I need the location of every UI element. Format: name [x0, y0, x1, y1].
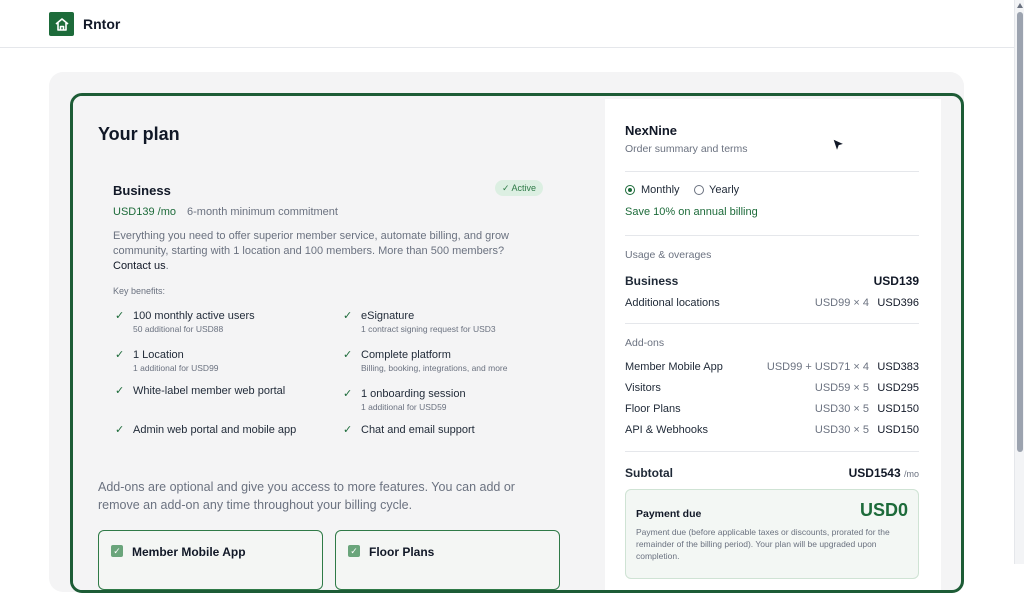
- key-benefits-label: Key benefits:: [113, 286, 166, 296]
- divider: [625, 235, 919, 236]
- benefit-subtitle: 1 additional for USD59: [361, 402, 447, 412]
- row-calculation: USD59 × 5: [814, 382, 869, 394]
- summary-row: Additional locations USD99 × 4 USD396: [625, 297, 919, 311]
- scroll-up-icon[interactable]: [1017, 3, 1023, 8]
- check-icon: ✓: [343, 388, 353, 400]
- summary-row: Floor Plans USD30 × 5 USD150: [625, 403, 919, 417]
- row-label: Business: [625, 274, 679, 288]
- status-badge: ✓ Active: [495, 180, 544, 196]
- check-icon: ✓: [115, 424, 125, 436]
- row-calculation: USD30 × 5: [814, 403, 869, 415]
- divider: [625, 451, 919, 452]
- row-label: Visitors: [625, 382, 661, 394]
- check-icon: ✓: [115, 385, 125, 397]
- row-label: Floor Plans: [625, 403, 681, 415]
- addon-card-label: Member Mobile App: [132, 545, 246, 559]
- divider: [625, 323, 919, 324]
- addon-card-member-mobile-app[interactable]: ✓ Member Mobile App: [98, 530, 323, 590]
- checkbox-checked-icon[interactable]: ✓: [111, 545, 123, 557]
- benefit-title: 100 monthly active users: [133, 310, 255, 322]
- plan-details: Your plan Business ✓ Active USD139 /mo 6…: [73, 96, 585, 590]
- plan-description: Everything you need to offer superior me…: [113, 229, 533, 274]
- page-title: Your plan: [98, 124, 180, 144]
- annual-savings-note: Save 10% on annual billing: [625, 206, 758, 218]
- check-icon: ✓: [343, 424, 353, 436]
- summary-row: Visitors USD59 × 5 USD295: [625, 382, 919, 396]
- payment-due-label: Payment due: [636, 508, 702, 520]
- order-summary: NexNine Order summary and terms Monthly …: [605, 99, 941, 590]
- subtotal-amount: USD1543: [848, 466, 901, 480]
- company-name: NexNine: [625, 123, 678, 138]
- payment-due-box: Payment due USD0 Payment due (before app…: [625, 489, 919, 579]
- plan-commitment: 6-month minimum commitment: [187, 206, 338, 218]
- addon-card-label: Floor Plans: [369, 545, 435, 559]
- summary-subtitle: Order summary and terms: [625, 143, 748, 155]
- radio-monthly-label[interactable]: Monthly: [641, 184, 680, 196]
- addon-card-floor-plans[interactable]: ✓ Floor Plans: [335, 530, 560, 590]
- description-period: .: [165, 260, 169, 272]
- row-label: API & Webhooks: [625, 424, 708, 436]
- plan-name: Business: [113, 183, 171, 198]
- benefit-title: Complete platform: [361, 349, 451, 361]
- benefit-title: 1 onboarding session: [361, 388, 466, 400]
- benefit-subtitle: 1 additional for USD99: [133, 363, 219, 373]
- plan-price: USD139 /mo: [113, 206, 176, 218]
- check-icon: ✓: [115, 349, 125, 361]
- subtotal-row: Subtotal USD1543 /mo: [625, 466, 919, 480]
- usage-section-label: Usage & overages: [625, 249, 712, 261]
- row-calculation: USD30 × 5: [814, 424, 869, 436]
- benefit-title: White-label member web portal: [133, 385, 286, 397]
- divider: [625, 171, 919, 172]
- addons-section-label: Add-ons: [625, 337, 665, 349]
- benefit-title: 1 Location: [133, 349, 184, 361]
- summary-row: Member Mobile App USD99 + USD71 × 4 USD3…: [625, 361, 919, 375]
- row-value: USD150: [877, 424, 919, 436]
- subtotal-unit: /mo: [903, 469, 919, 479]
- radio-yearly[interactable]: [694, 185, 704, 195]
- contact-us-link[interactable]: Contact us: [113, 260, 166, 272]
- benefit-subtitle: Billing, booking, integrations, and more: [361, 363, 508, 373]
- benefit-title: Admin web portal and mobile app: [133, 424, 297, 436]
- subtotal-value: USD1543 /mo: [849, 466, 919, 480]
- subtotal-label: Subtotal: [625, 466, 673, 480]
- row-value: USD295: [877, 382, 919, 394]
- benefit-title: Chat and email support: [361, 424, 475, 436]
- addons-note: Add-ons are optional and give you access…: [98, 480, 515, 512]
- benefit-subtitle: 50 additional for USD88: [133, 324, 224, 334]
- summary-row: Business USD139: [625, 274, 919, 288]
- row-value: USD383: [877, 361, 919, 373]
- plan-frame: Your plan Business ✓ Active USD139 /mo 6…: [70, 93, 964, 593]
- row-calculation: USD99 × 4: [814, 297, 869, 309]
- check-icon: ✓: [343, 349, 353, 361]
- row-value: USD396: [877, 297, 919, 309]
- brand-name[interactable]: Rntor: [83, 16, 120, 32]
- top-bar: Rntor: [0, 0, 1014, 48]
- radio-yearly-label[interactable]: Yearly: [709, 184, 739, 196]
- benefit-subtitle: 1 contract signing request for USD3: [361, 324, 496, 334]
- scroll-thumb[interactable]: [1017, 12, 1023, 452]
- house-icon[interactable]: [49, 12, 74, 36]
- check-icon: ✓: [343, 310, 353, 322]
- radio-monthly[interactable]: [625, 185, 635, 195]
- row-calculation: USD99 + USD71 × 4: [766, 361, 869, 373]
- row-value: USD139: [873, 274, 919, 288]
- page-scrollbar[interactable]: [1014, 0, 1024, 564]
- summary-row: API & Webhooks USD30 × 5 USD150: [625, 424, 919, 438]
- row-label: Member Mobile App: [625, 361, 723, 373]
- row-label: Additional locations: [625, 297, 720, 309]
- check-icon: ✓: [115, 310, 125, 322]
- benefit-title: eSignature: [361, 310, 415, 322]
- description-text: Everything you need to offer superior me…: [113, 230, 510, 257]
- row-value: USD150: [877, 403, 919, 415]
- payment-due-note: Payment due (before applicable taxes or …: [636, 527, 890, 561]
- checkbox-checked-icon[interactable]: ✓: [348, 545, 360, 557]
- payment-due-amount: USD0: [859, 500, 908, 520]
